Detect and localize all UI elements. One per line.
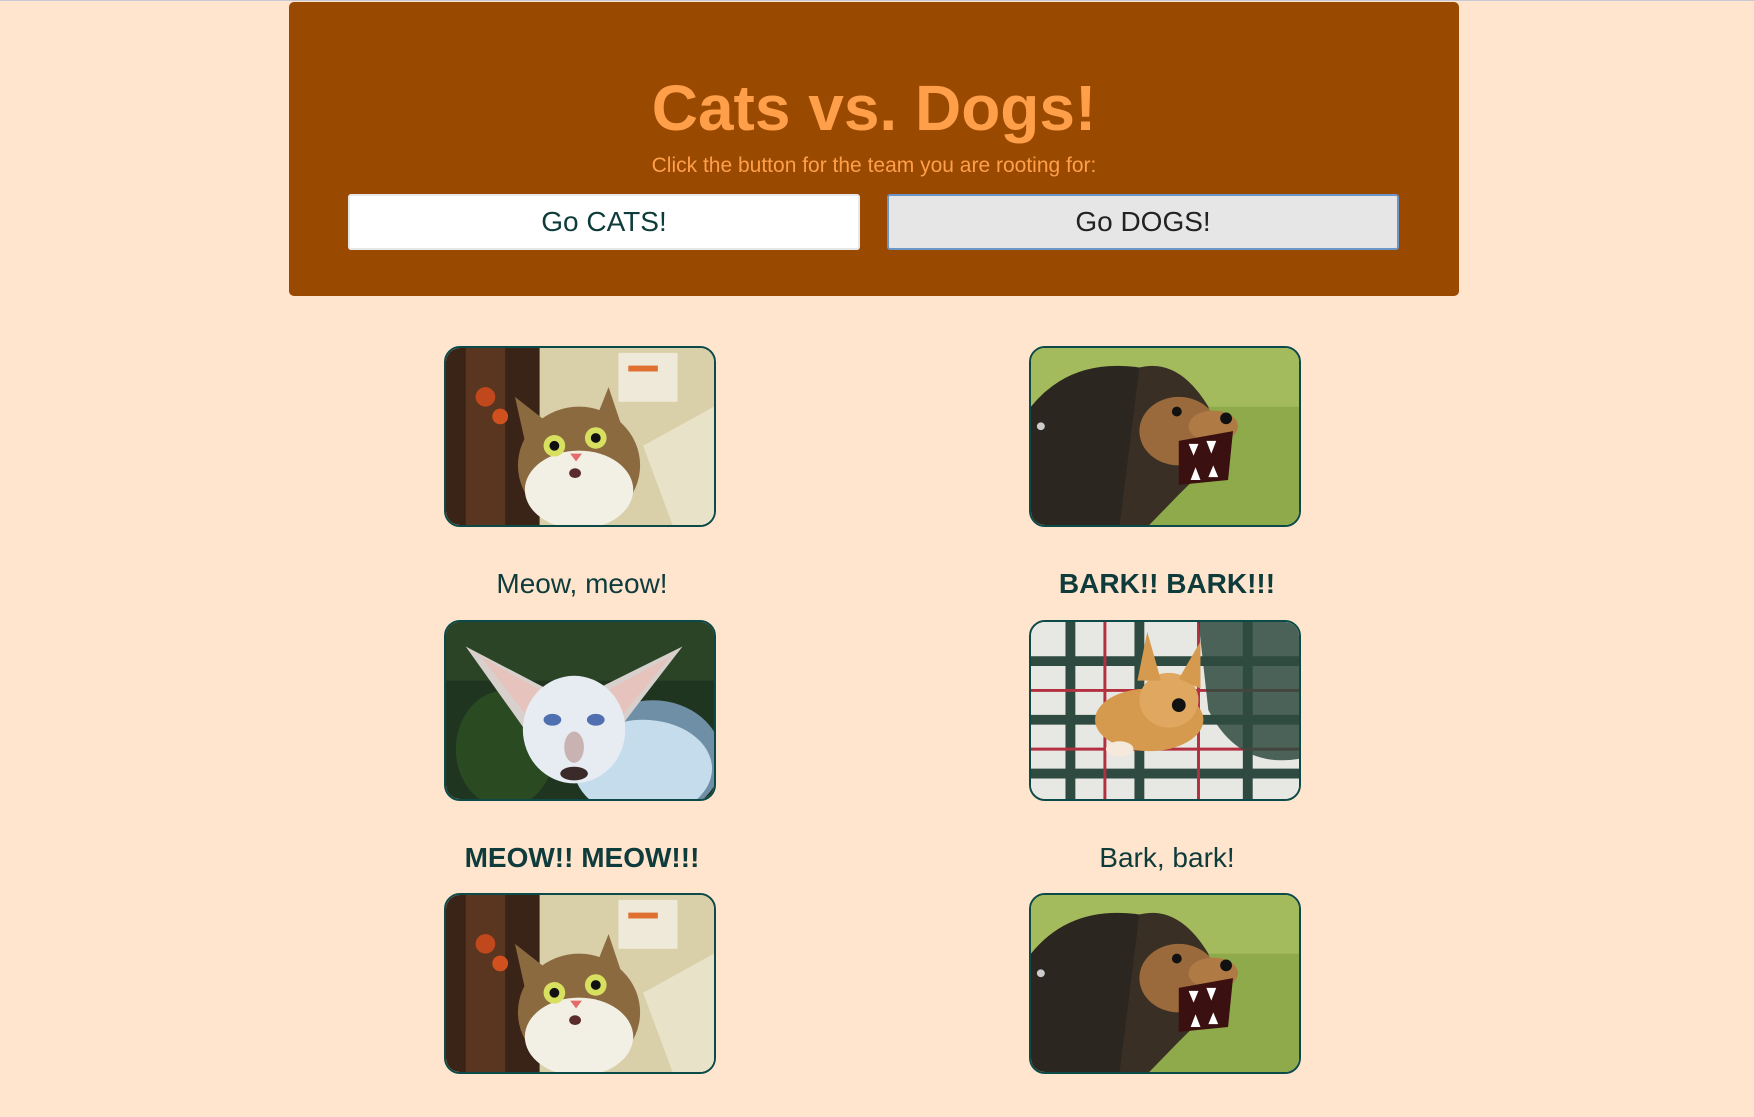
page-title: Cats vs. Dogs! [651,72,1097,144]
dog-caption-1: BARK!! BARK!!! [1058,568,1276,599]
surprised-cat-image-2 [444,893,716,1074]
barking-dog-image [1029,346,1301,527]
page-subtitle: Click the button for the team you are ro… [651,154,1097,177]
cat-caption-2: MEOW!! MEOW!!! [464,842,700,873]
go-cats-button[interactable]: Go CATS! [348,194,860,250]
surprised-cat-image [444,346,716,527]
window-top-border [0,0,1754,1]
cat-caption-1: Meow, meow! [496,568,668,599]
sphynx-cat-image [444,620,716,801]
barking-dog-image-2 [1029,893,1301,1074]
chihuahua-image [1029,620,1301,801]
dog-caption-2: Bark, bark! [1099,842,1235,873]
header-banner: Cats vs. Dogs! Click the button for the … [289,2,1459,296]
go-dogs-button[interactable]: Go DOGS! [887,194,1399,250]
